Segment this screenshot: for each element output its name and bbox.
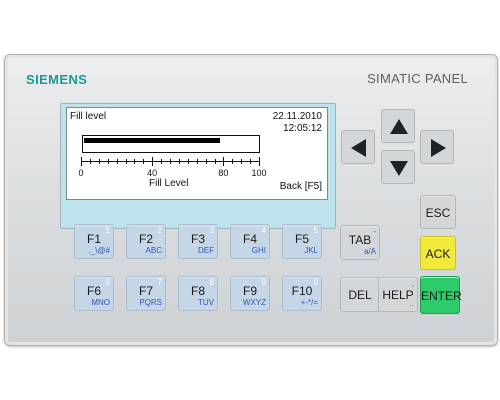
siemens-logo: SIEMENS [26, 72, 88, 87]
function-key-f7[interactable]: 7 F7 PQRS [126, 276, 166, 311]
gauge-label: Fill Level [149, 178, 189, 189]
key-label: F4 [242, 232, 257, 246]
function-key-f2[interactable]: 2 F2 ABC [126, 224, 166, 259]
arrow-down-button[interactable] [381, 150, 415, 184]
scale-minor-tick [125, 159, 127, 164]
key-label: F1 [86, 232, 101, 246]
scale-tick-label: 40 [147, 168, 158, 178]
scale-major-tick [81, 157, 82, 166]
scale-minor-tick [161, 159, 163, 164]
key-label: F5 [294, 232, 309, 246]
key-label: F3 [190, 232, 205, 246]
scale-tick-label: 100 [251, 168, 267, 178]
back-f5-hint[interactable]: Back [F5] [280, 181, 322, 192]
function-key-f5[interactable]: 5 F5 JKL [282, 224, 322, 259]
key-letters: PQRS [139, 298, 162, 307]
key-letters: +-*/= [300, 298, 318, 307]
key-label: F10 [291, 284, 313, 298]
key-letters: JKL [304, 246, 318, 255]
key-label: F7 [138, 284, 153, 298]
help-key[interactable]: HELP , .. [378, 277, 418, 312]
scale-minor-tick [214, 159, 216, 164]
scale-minor-tick [134, 159, 136, 164]
arrow-up-icon [390, 119, 408, 134]
arrow-left-button[interactable] [341, 130, 375, 164]
key-label: F6 [86, 284, 101, 298]
function-key-f9[interactable]: 9 F9 WXYZ [230, 276, 270, 311]
del-key[interactable]: DEL [340, 277, 380, 312]
hmi-screen: Fill level 22.11.2010 12:05:12 0 40 80 100 … [66, 107, 328, 200]
key-letters: WXYZ [242, 298, 266, 307]
screen-time: 12:05:12 [283, 123, 322, 134]
arrow-right-icon [431, 139, 446, 157]
fill-level-bar [82, 135, 260, 153]
key-letters: ABC [145, 246, 162, 255]
key-letters: MNO [91, 298, 110, 307]
panel-model-label: SIMATIC PANEL [367, 71, 468, 86]
scale-minor-tick [241, 159, 243, 164]
scale-minor-tick [250, 159, 252, 164]
scale-minor-tick [98, 159, 100, 164]
function-key-f4[interactable]: 4 F4 GHI [230, 224, 270, 259]
scale-minor-tick [187, 159, 189, 164]
scale-minor-tick [107, 159, 109, 164]
function-key-f1[interactable]: 1 F1 ._\@# [74, 224, 114, 259]
function-key-f6[interactable]: 6 F6 MNO [74, 276, 114, 311]
scale-tick-label: 0 [78, 168, 84, 178]
scale-minor-tick [89, 159, 91, 164]
scale-major-tick [259, 157, 260, 166]
key-label: F9 [242, 284, 257, 298]
esc-key[interactable]: ESC [420, 195, 456, 229]
enter-key[interactable]: ENTER [420, 276, 462, 314]
function-key-f8[interactable]: 8 F8 TUV [178, 276, 218, 311]
scale-minor-tick [178, 159, 180, 164]
scale-minor-tick [205, 159, 207, 164]
key-letters: GHI [251, 246, 266, 255]
key-letters: DEF [198, 246, 214, 255]
key-label: F8 [190, 284, 205, 298]
function-key-f10[interactable]: 0 F10 +-*/= [282, 276, 322, 311]
key-letters: ._\@# [88, 246, 110, 255]
key-letters: TUV [198, 298, 214, 307]
scale-minor-tick [152, 159, 154, 164]
arrow-right-button[interactable] [420, 130, 454, 164]
scale-minor-tick [232, 159, 234, 164]
scale-minor-tick [196, 159, 198, 164]
screen-date: 22.11.2010 [272, 111, 322, 122]
tab-key[interactable]: TAB - a/A [340, 225, 380, 260]
arrow-up-button[interactable] [381, 109, 415, 143]
scale-minor-tick [170, 159, 171, 164]
scale-tick-label: 80 [218, 168, 229, 178]
fill-level-bar-fill [84, 138, 220, 143]
arrow-left-icon [351, 139, 366, 157]
scale-minor-tick [143, 159, 145, 164]
arrow-down-icon [390, 161, 408, 176]
scale-minor-tick [223, 159, 225, 164]
screen-title: Fill level [70, 111, 107, 122]
key-label: F2 [138, 232, 153, 246]
scale-minor-tick [116, 159, 118, 164]
function-key-f3[interactable]: 3 F3 DEF [178, 224, 218, 259]
ack-key[interactable]: ACK [420, 236, 456, 270]
